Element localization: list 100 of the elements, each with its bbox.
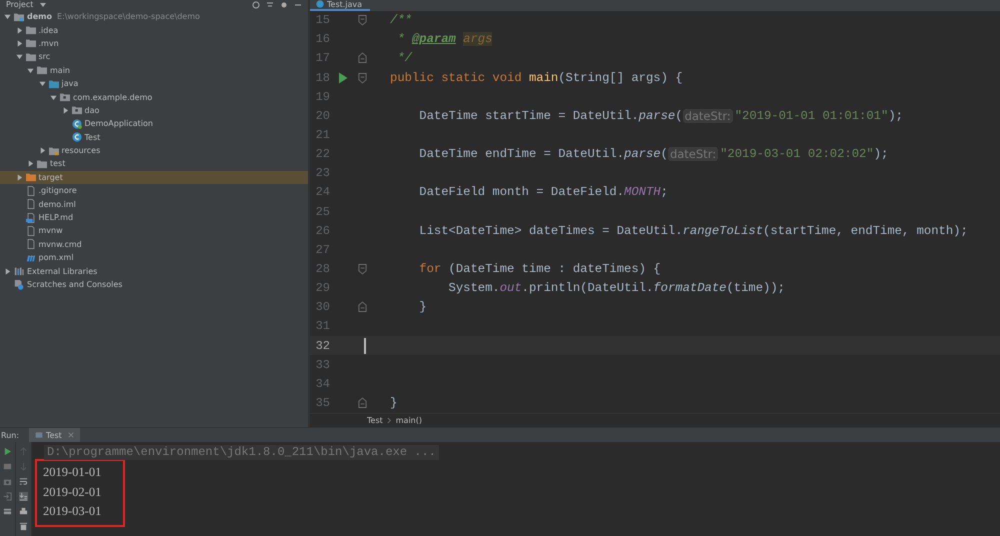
line-number: 35 — [314, 396, 330, 410]
code-text: ); — [874, 147, 888, 162]
tree-item[interactable]: dao — [0, 104, 308, 118]
fold-icon[interactable] — [358, 396, 367, 409]
folder-icon — [48, 78, 58, 89]
code-comment: * — [396, 32, 406, 46]
line-number: 25 — [314, 204, 330, 219]
fold-icon[interactable] — [358, 301, 367, 314]
line-number: 18 — [314, 70, 330, 85]
fold-icon[interactable] — [358, 262, 367, 275]
console-icon — [35, 431, 44, 439]
file-tab[interactable]: Test.java — [310, 0, 370, 11]
console-output: 2019-02-01 — [43, 484, 102, 500]
tree-item[interactable]: src — [0, 50, 308, 64]
line-number: 28 — [314, 262, 330, 276]
code-text: .println(DateUtil. — [522, 281, 654, 296]
tree-item[interactable]: target — [0, 170, 308, 184]
console-output: 2019-01-01 — [43, 464, 102, 481]
file-icon — [26, 239, 36, 250]
collapsed-arrow-icon[interactable] — [62, 106, 68, 114]
code-text: DateTime endTime = DateUtil. — [418, 147, 624, 162]
scroll-to-end-icon[interactable] — [19, 492, 28, 501]
file-icon — [26, 199, 36, 210]
run-icon[interactable] — [3, 447, 12, 456]
tree-item[interactable]: java — [0, 76, 308, 90]
layout-icon[interactable] — [3, 507, 12, 516]
expanded-arrow-icon[interactable] — [50, 94, 57, 101]
line-number: 20 — [314, 108, 330, 123]
expanded-arrow-icon[interactable] — [16, 53, 22, 60]
code-text: DateField month = DateField. — [418, 185, 624, 200]
maven-icon — [26, 252, 36, 263]
scratches-icon — [14, 280, 24, 290]
collapsed-arrow-icon[interactable] — [4, 268, 11, 275]
collapsed-arrow-icon[interactable] — [16, 26, 22, 34]
collapsed-arrow-icon[interactable] — [16, 40, 22, 47]
code-text: ( — [675, 108, 683, 123]
code-text: System. — [448, 281, 500, 296]
folder-icon — [26, 38, 36, 48]
tree-item[interactable]: mvnw — [0, 224, 308, 238]
param-name: args — [463, 32, 492, 46]
tree-item[interactable]: .gitignore — [0, 184, 308, 198]
run-icon[interactable] — [338, 72, 348, 84]
collapsed-arrow-icon[interactable] — [27, 160, 34, 168]
panel-title[interactable]: Project — [6, 0, 34, 10]
line-number: 21 — [314, 128, 330, 142]
method-name: main — [528, 70, 558, 85]
code-text: } — [418, 300, 427, 314]
parameter-hint: dateStr: — [682, 108, 733, 123]
trash-icon[interactable] — [19, 522, 28, 531]
collapsed-arrow-icon[interactable] — [16, 174, 22, 181]
print-icon[interactable] — [19, 507, 28, 516]
expanded-arrow-icon[interactable] — [27, 66, 34, 74]
parameter-hint: dateStr: — [668, 147, 718, 162]
tree-item[interactable]: DemoApplication — [0, 117, 308, 131]
folder-icon — [26, 25, 36, 36]
tree-item[interactable]: resources — [0, 144, 308, 158]
line-number: 26 — [314, 224, 330, 238]
line-number: 22 — [314, 147, 330, 162]
tree-item[interactable]: demo.iml — [0, 197, 308, 211]
folder-icon — [72, 105, 82, 116]
fold-icon[interactable] — [358, 52, 367, 64]
tree-item[interactable]: HELP.md — [0, 210, 308, 224]
expanded-arrow-icon[interactable] — [4, 13, 11, 20]
tree-item[interactable]: main — [0, 64, 308, 77]
breadcrumb[interactable]: main() — [396, 416, 422, 425]
line-number: 24 — [314, 185, 330, 200]
fold-icon[interactable] — [358, 72, 367, 84]
collapsed-arrow-icon[interactable] — [38, 147, 46, 154]
dropdown-icon[interactable] — [39, 1, 48, 9]
tree-item[interactable]: Scratches and Consoles — [0, 278, 308, 292]
line-number: 31 — [314, 319, 330, 334]
run-tab[interactable]: Test — [29, 428, 80, 442]
tree-item[interactable]: mvnw.cmd — [0, 238, 308, 252]
tree-item[interactable]: Test — [0, 130, 308, 144]
class-icon — [316, 0, 324, 8]
line-number: 32 — [314, 338, 330, 353]
tree-item[interactable]: com.example.demo — [0, 90, 308, 104]
wrap-icon[interactable] — [19, 477, 28, 486]
file-icon — [26, 212, 36, 223]
tree-item[interactable]: pom.xml — [0, 251, 308, 264]
breadcrumb[interactable]: Test — [367, 416, 383, 425]
class-icon — [72, 132, 82, 142]
tree-item[interactable]: External Libraries — [0, 264, 308, 278]
code-text: (time)); — [726, 281, 785, 296]
tree-item[interactable]: demo E:\workingspace\demo-space\demo — [0, 10, 308, 24]
folder-icon — [14, 12, 24, 22]
code-text: DateTime startTime = DateUtil. — [418, 108, 639, 123]
collapse-icon[interactable] — [266, 1, 274, 9]
panel-label: Run: — [0, 430, 20, 440]
file-icon — [26, 226, 36, 236]
folder-icon — [48, 146, 58, 156]
code-text: (String[] args) { — [558, 70, 683, 85]
expanded-arrow-icon[interactable] — [38, 80, 46, 88]
tree-item[interactable]: .idea — [0, 23, 308, 37]
line-number: 30 — [314, 300, 330, 314]
tree-item[interactable]: test — [0, 157, 308, 171]
tree-item[interactable]: .mvn — [0, 36, 308, 50]
static-field: out — [500, 281, 522, 296]
line-number: 23 — [314, 166, 330, 180]
fold-icon[interactable] — [358, 14, 367, 26]
